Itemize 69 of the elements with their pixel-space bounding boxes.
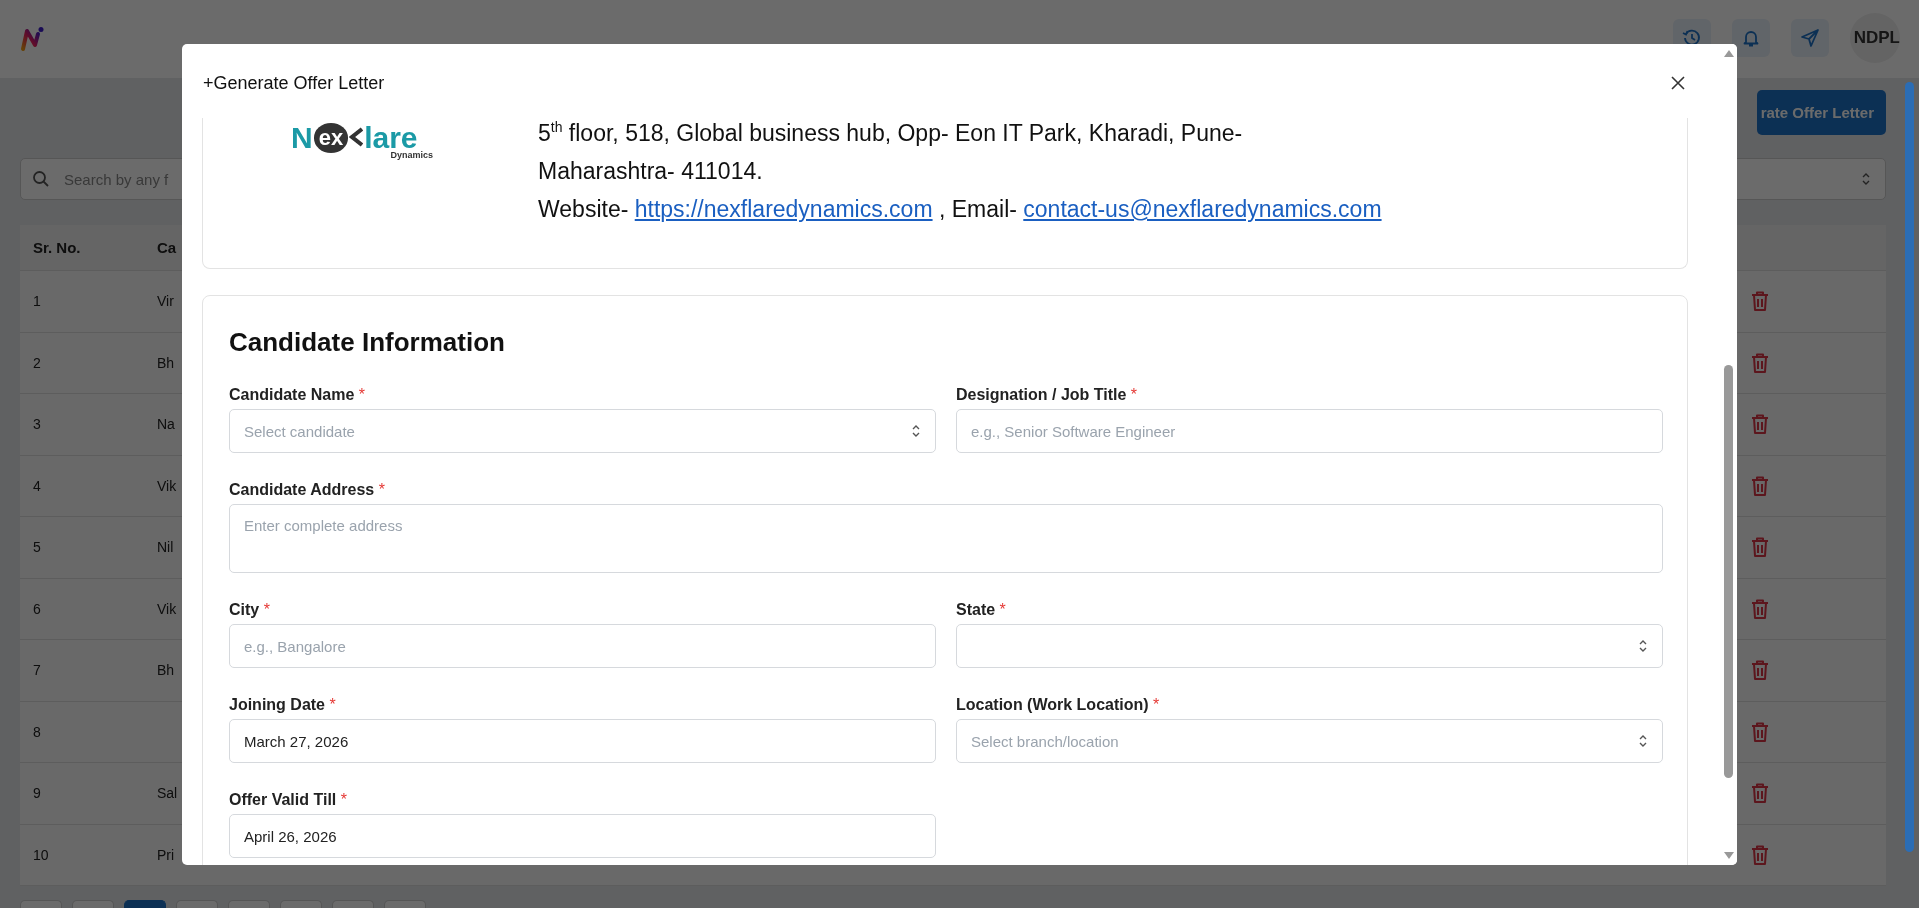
table-cell: Vik bbox=[157, 600, 177, 617]
trash-icon[interactable] bbox=[1750, 290, 1770, 313]
field-label: Designation / Job Title * bbox=[956, 385, 1139, 405]
table-cell-text: 6 bbox=[32, 600, 42, 617]
email-link[interactable]: contact-us@nexflaredynamics.com bbox=[1023, 196, 1382, 222]
table-cell: Sal bbox=[157, 785, 178, 802]
app-logo-icon bbox=[20, 26, 46, 52]
section-title: Candidate Information bbox=[229, 326, 506, 358]
scroll-up-icon[interactable] bbox=[1723, 50, 1734, 57]
table-cell-text: 3 bbox=[32, 416, 42, 433]
pagination-button[interactable] bbox=[124, 900, 166, 908]
trash-icon[interactable] bbox=[1750, 597, 1770, 620]
trash-icon[interactable] bbox=[1750, 843, 1770, 866]
contact-line: Website- https://nexflaredynamics.com , Email- contact-us@nexflaredynamics.com bbox=[538, 195, 1382, 224]
select-field[interactable] bbox=[956, 624, 1663, 668]
chevron-icon bbox=[1861, 172, 1871, 186]
website-link[interactable]: https://nexflaredynamics.com bbox=[634, 196, 933, 222]
trash-icon[interactable] bbox=[1750, 536, 1770, 559]
scroll-down-icon[interactable] bbox=[1723, 852, 1734, 859]
trash-icon[interactable] bbox=[1750, 782, 1770, 805]
trash-icon[interactable] bbox=[1750, 720, 1770, 743]
chevron-icon bbox=[1638, 639, 1648, 653]
trash-icon[interactable] bbox=[1750, 351, 1770, 374]
table-cell-text: 1 bbox=[32, 293, 42, 310]
table-cell: Bh bbox=[157, 354, 175, 371]
search-icon bbox=[32, 170, 50, 188]
table-cell-text: 2 bbox=[32, 354, 42, 371]
column-header: Sr. No. bbox=[32, 239, 82, 256]
table-cell-text: 7 bbox=[32, 662, 42, 679]
user-avatar[interactable]: NDPL bbox=[1850, 13, 1900, 63]
table-cell: Nil bbox=[157, 539, 174, 556]
table-cell-text: 10 bbox=[32, 846, 50, 863]
trash-icon[interactable] bbox=[1750, 474, 1770, 497]
trash-icon[interactable] bbox=[1750, 659, 1770, 682]
table-cell: Vir bbox=[157, 293, 174, 310]
company-logo: N ex lare Dynamics bbox=[291, 120, 434, 162]
field-label: Candidate Name * bbox=[229, 385, 367, 405]
table-cell-text: 5 bbox=[32, 539, 42, 556]
table-cell: Na bbox=[157, 416, 175, 433]
chevron-icon bbox=[911, 424, 921, 438]
send-icon[interactable] bbox=[1791, 19, 1829, 57]
input-field[interactable]: March 27, 2026 bbox=[229, 719, 936, 763]
field-label: Offer Valid Till * bbox=[229, 790, 348, 810]
table-cell: Vik bbox=[157, 477, 177, 494]
field-label: State * bbox=[956, 600, 1007, 620]
close-icon[interactable] bbox=[1671, 76, 1685, 90]
table-cell: Bh bbox=[157, 662, 175, 679]
address-line: Maharashtra- 411014. bbox=[538, 157, 764, 186]
input-field[interactable]: e.g., Senior Software Engineer bbox=[956, 409, 1663, 453]
field-label: Candidate Address * bbox=[229, 480, 386, 500]
scrollbar-thumb[interactable] bbox=[1724, 365, 1733, 778]
trash-icon[interactable] bbox=[1750, 413, 1770, 436]
column-header: Ca bbox=[157, 239, 177, 256]
table-cell-text: 4 bbox=[32, 477, 42, 494]
page-scrollbar[interactable] bbox=[1905, 82, 1914, 852]
input-field[interactable]: e.g., Bangalore bbox=[229, 624, 936, 668]
modal-scrollbar[interactable] bbox=[1720, 44, 1737, 865]
table-cell-text: 8 bbox=[32, 723, 42, 740]
chevron-icon bbox=[1638, 734, 1648, 748]
bell-icon[interactable] bbox=[1732, 19, 1770, 57]
input-field[interactable]: April 26, 2026 bbox=[229, 814, 936, 858]
field-label: City * bbox=[229, 600, 271, 620]
field-label: Location (Work Location) * bbox=[956, 695, 1161, 715]
table-cell-text: 9 bbox=[32, 785, 42, 802]
field-label: Joining Date * bbox=[229, 695, 337, 715]
address-line: 5$^{th}$ floor, 518, Global business hub, Opp- Eon IT Park, Kharadi, Pune- bbox=[538, 118, 1244, 148]
table-cell: Pri bbox=[157, 846, 175, 863]
textarea-field[interactable]: Enter complete address bbox=[229, 504, 1663, 573]
modal-title: +Generate Offer Letter bbox=[203, 72, 385, 94]
